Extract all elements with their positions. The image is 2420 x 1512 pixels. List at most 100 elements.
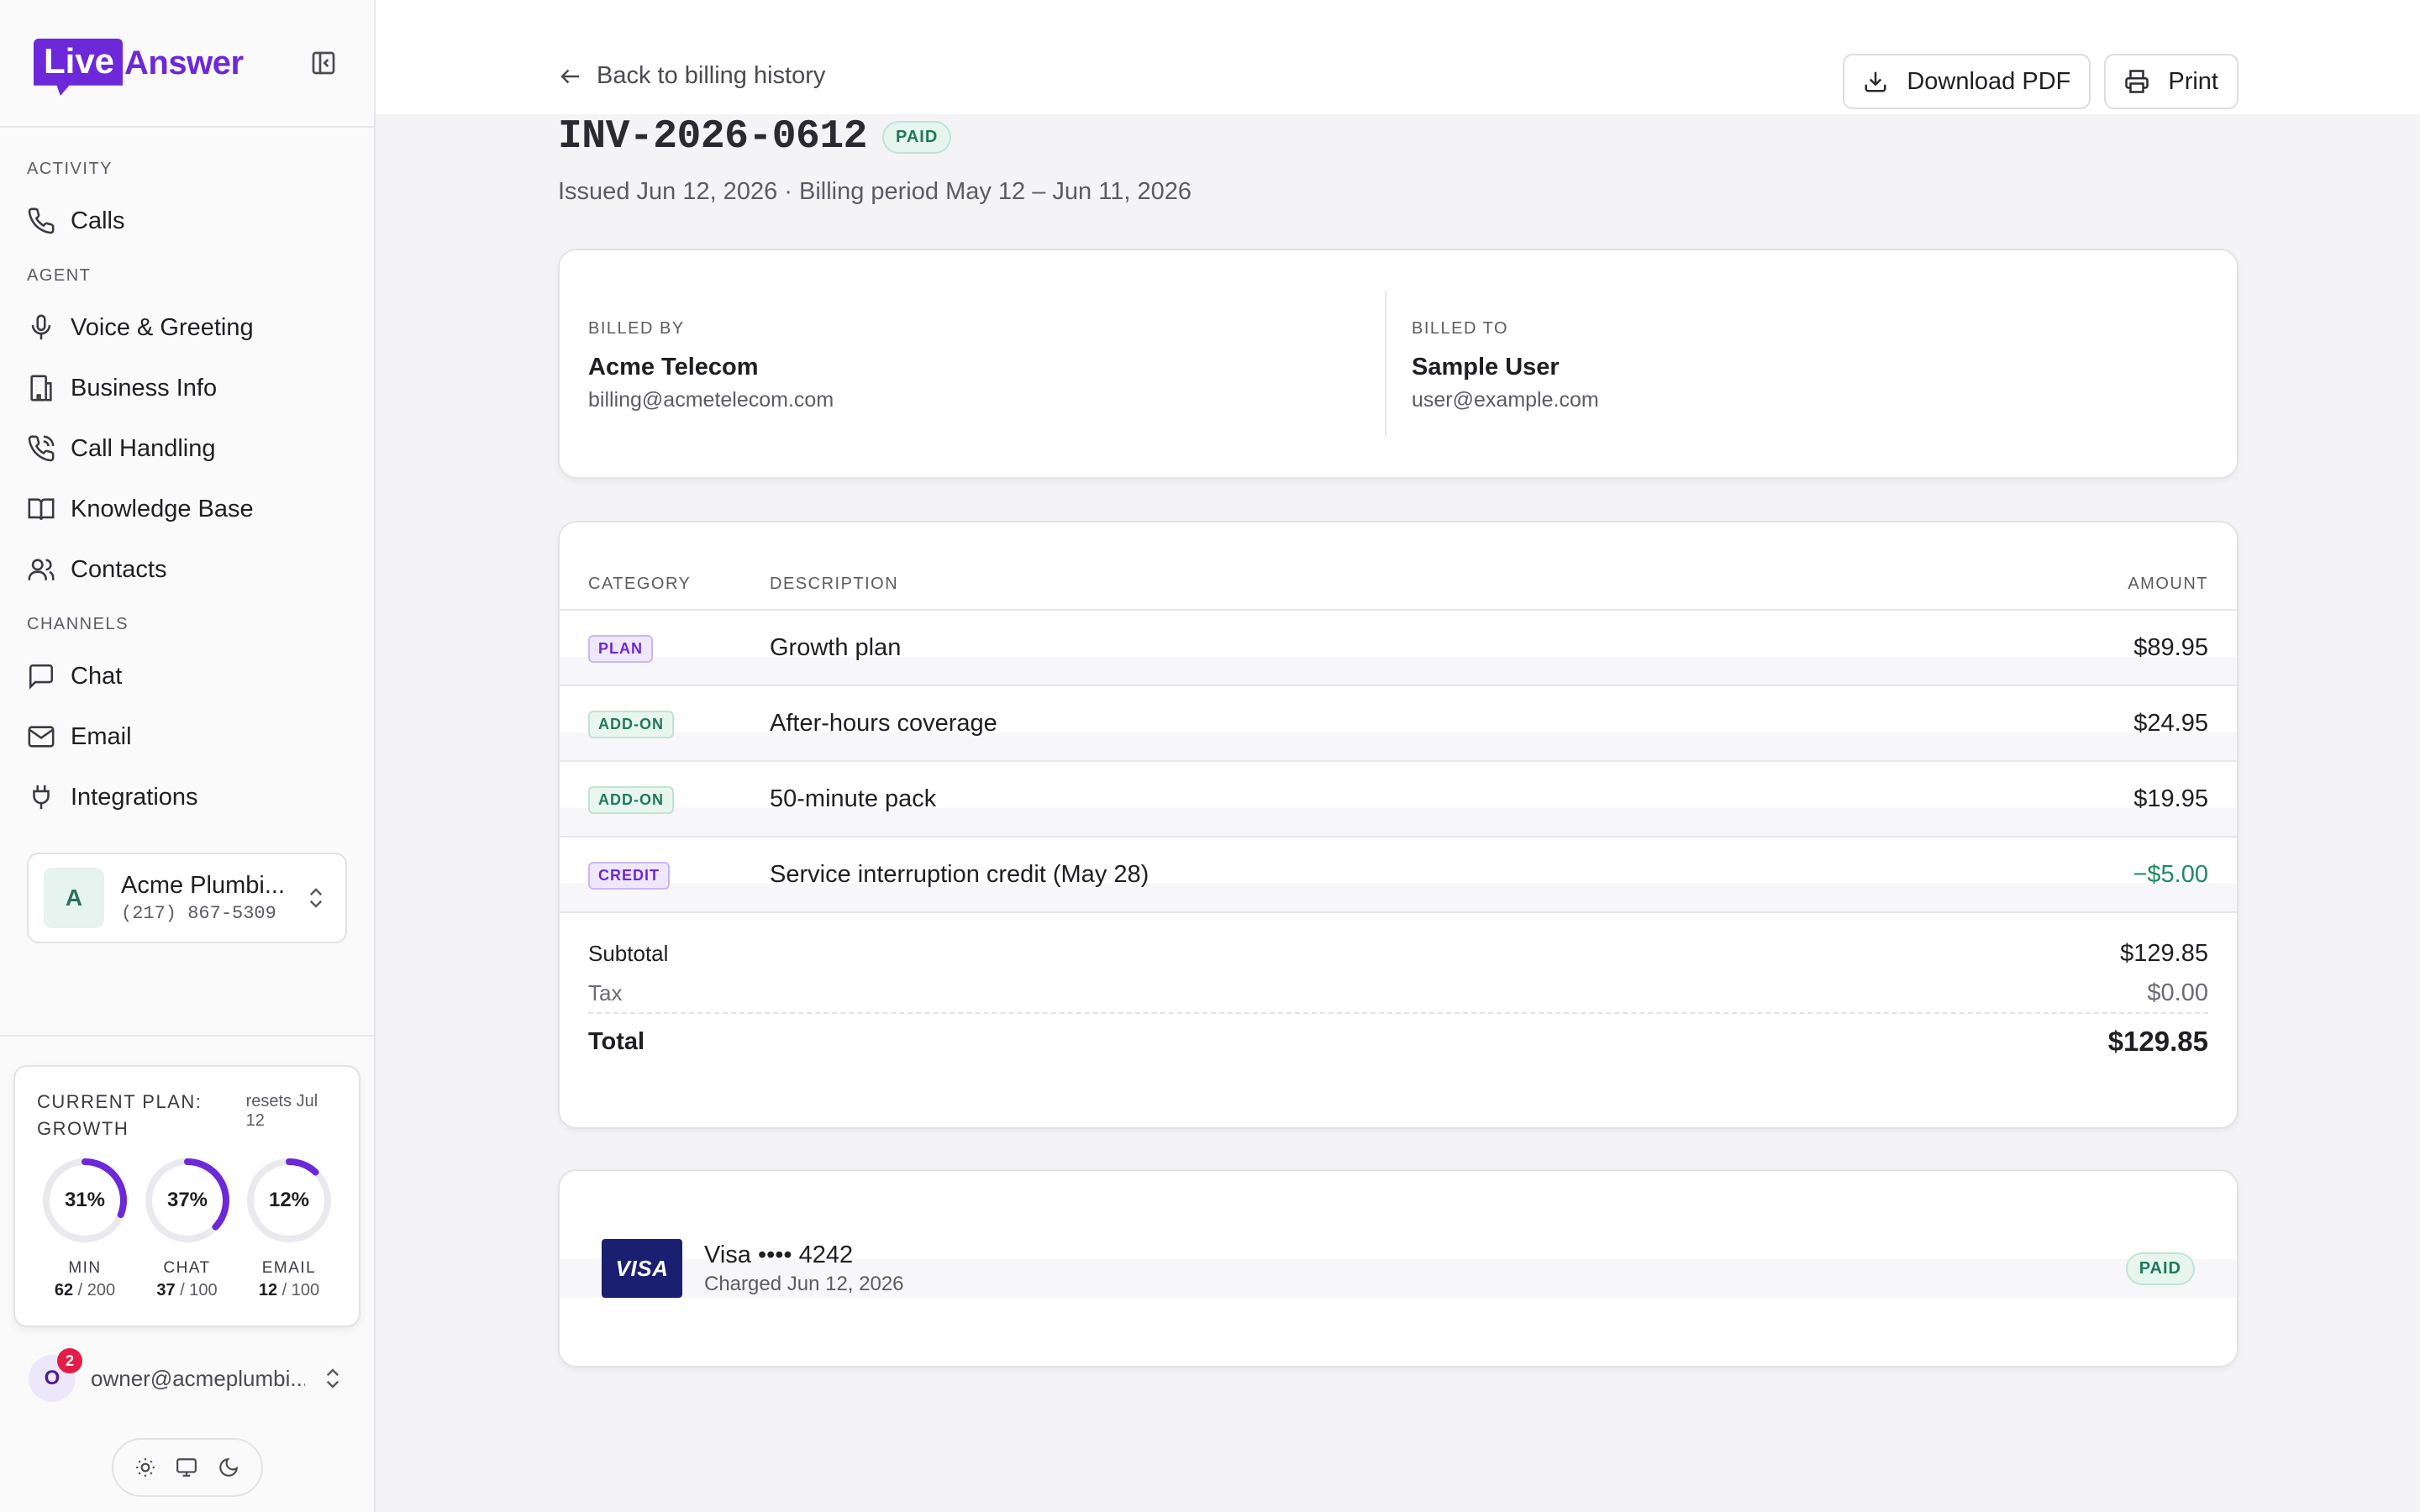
user-menu[interactable]: O 2 owner@acmeplumbi... — [0, 1348, 374, 1408]
print-button[interactable]: Print — [2104, 54, 2238, 109]
category-cell: PLAN — [588, 633, 770, 663]
billed-to-name: Sample User — [1412, 354, 1560, 381]
download-icon — [1865, 71, 1886, 92]
sidebar-item-calls[interactable]: Calls — [13, 191, 360, 251]
sidebar-item-label: Chat — [71, 662, 123, 690]
billed-to: BILLED TO Sample User user@example.com — [1385, 291, 2208, 437]
gauge-ring: 37% — [145, 1158, 229, 1242]
main-content: Back to billing history Download PDF Pri… — [376, 0, 2420, 1512]
usage-gauges: 31% MIN 62 / 200 37% CHAT 37 / 100 12% E… — [37, 1154, 337, 1300]
users-icon — [28, 559, 55, 580]
billed-by: BILLED BY Acme Telecom billing@acmetelec… — [588, 291, 1385, 437]
billed-to-label: BILLED TO — [1412, 319, 1509, 338]
column-header-category: CATEGORY — [588, 575, 692, 593]
table-row: ADD-ON 50-minute pack $19.95 — [560, 762, 2237, 837]
gauge-limit: / 200 — [77, 1281, 116, 1299]
notification-badge[interactable]: 2 — [57, 1348, 82, 1373]
collapse-sidebar-icon[interactable] — [307, 46, 340, 80]
sidebar-item-chat[interactable]: Chat — [13, 646, 360, 706]
back-to-billing-link[interactable]: Back to billing history — [558, 62, 825, 90]
monitor-icon[interactable] — [176, 1457, 197, 1478]
theme-switcher — [111, 1438, 263, 1497]
gauge-percent: 37% — [166, 1189, 207, 1211]
gauge-limit: / 100 — [281, 1281, 320, 1299]
line-items-header: CATEGORY DESCRIPTION AMOUNT — [560, 522, 2237, 611]
category-cell: ADD-ON — [588, 708, 770, 738]
tax-value: $0.00 — [2147, 979, 2208, 1006]
description-cell: Service interruption credit (May 28) — [770, 860, 1150, 888]
moon-icon[interactable] — [218, 1457, 239, 1478]
sidebar-item-email[interactable]: Email — [13, 706, 360, 767]
gauge-used: 12 — [258, 1281, 278, 1299]
avatar: O 2 — [29, 1348, 82, 1402]
total-value: $129.85 — [2107, 1026, 2208, 1057]
account-switcher[interactable]: A Acme Plumbi... (217) 867-5309 — [27, 853, 347, 943]
category-tag: ADD-ON — [588, 786, 674, 814]
gauge-percent: 31% — [65, 1189, 105, 1211]
plan-reset-date: resets Jul 12 — [245, 1092, 318, 1130]
category-tag: CREDIT — [588, 862, 670, 890]
table-row: CREDIT Service interruption credit (May … — [560, 837, 2237, 913]
billing-parties-card: BILLED BY Acme Telecom billing@acmetelec… — [558, 249, 2238, 479]
subtotal-row: Subtotal $129.85 — [588, 933, 2208, 974]
column-header-description: DESCRIPTION — [770, 575, 899, 593]
logo[interactable]: Live Answer — [34, 30, 244, 96]
invoice-actions: Download PDF Print — [1843, 54, 2238, 109]
sidebar-item-business-info[interactable]: Business Info — [13, 358, 360, 418]
billed-by-email: billing@acmetelecom.com — [588, 388, 834, 412]
billed-by-label: BILLED BY — [588, 319, 685, 338]
logo-answer: Answer — [124, 44, 244, 81]
gauge-used: 62 — [54, 1281, 74, 1299]
invoice-title: INV-2026-0612 PAID — [558, 114, 952, 160]
avatar-initial: O — [44, 1367, 60, 1389]
sidebar-footer: CURRENT PLAN: GROWTH resets Jul 12 31% M… — [0, 1035, 374, 1497]
line-items-card: CATEGORY DESCRIPTION AMOUNT PLAN Growth … — [558, 521, 2238, 1129]
gauge-count: 37 / 100 — [141, 1281, 234, 1300]
total-label: Total — [588, 1027, 645, 1055]
account-text: Acme Plumbi... (217) 867-5309 — [121, 872, 287, 924]
billed-by-name: Acme Telecom — [588, 354, 759, 381]
account-avatar: A — [44, 868, 104, 928]
sidebar-item-label: Integrations — [71, 783, 198, 811]
category-cell: CREDIT — [588, 859, 770, 890]
payment-status-badge: PAID — [2125, 1252, 2195, 1285]
gauge-email: 12% EMAIL 12 / 100 — [243, 1154, 335, 1300]
sidebar-header: Live Answer — [0, 0, 374, 128]
subtotal-value: $129.85 — [2120, 939, 2208, 967]
payment-charged-date: Charged Jun 12, 2026 — [704, 1272, 904, 1295]
chat-icon — [29, 664, 54, 690]
phone-icon — [28, 207, 55, 234]
gauge-minutes: 31% MIN 62 / 200 — [39, 1154, 131, 1300]
sidebar-item-contacts[interactable]: Contacts — [13, 539, 360, 600]
building-icon — [30, 375, 52, 402]
sidebar-item-integrations[interactable]: Integrations — [13, 767, 360, 827]
download-pdf-button[interactable]: Download PDF — [1843, 54, 2091, 109]
sidebar-item-label: Business Info — [71, 374, 218, 402]
chevron-up-down-icon — [326, 1368, 339, 1389]
sidebar: Live Answer ACTIVITY Calls AGENT Voice &… — [0, 0, 376, 1512]
book-icon — [28, 498, 55, 520]
amount-cell: −$5.00 — [2133, 860, 2208, 888]
plan-usage-card[interactable]: CURRENT PLAN: GROWTH resets Jul 12 31% M… — [13, 1065, 360, 1327]
description-cell: 50-minute pack — [770, 785, 937, 812]
sidebar-item-label: Contacts — [71, 555, 167, 583]
sidebar-item-voice-greeting[interactable]: Voice & Greeting — [13, 297, 360, 358]
sidebar-item-call-handling[interactable]: Call Handling — [13, 418, 360, 479]
gauge-ring: 31% — [43, 1158, 127, 1242]
download-label: Download PDF — [1907, 67, 2071, 95]
category-tag: PLAN — [588, 635, 653, 663]
sun-icon[interactable] — [134, 1457, 156, 1478]
chevron-up-down-icon — [309, 888, 323, 908]
sidebar-item-knowledge-base[interactable]: Knowledge Base — [13, 479, 360, 539]
gauge-label: CHAT — [163, 1259, 211, 1277]
arrow-left-icon — [560, 69, 579, 83]
sidebar-item-label: Calls — [71, 207, 125, 234]
plan-title: CURRENT PLAN: GROWTH — [37, 1091, 203, 1139]
plug-icon — [33, 785, 50, 810]
gauge-count: 62 / 200 — [39, 1281, 131, 1300]
amount-cell: $89.95 — [2133, 633, 2208, 661]
sidebar-item-label: Call Handling — [71, 434, 216, 462]
amount-cell: $19.95 — [2133, 785, 2208, 812]
phone-forward-icon — [28, 435, 55, 462]
gauge-limit: / 100 — [180, 1281, 218, 1299]
